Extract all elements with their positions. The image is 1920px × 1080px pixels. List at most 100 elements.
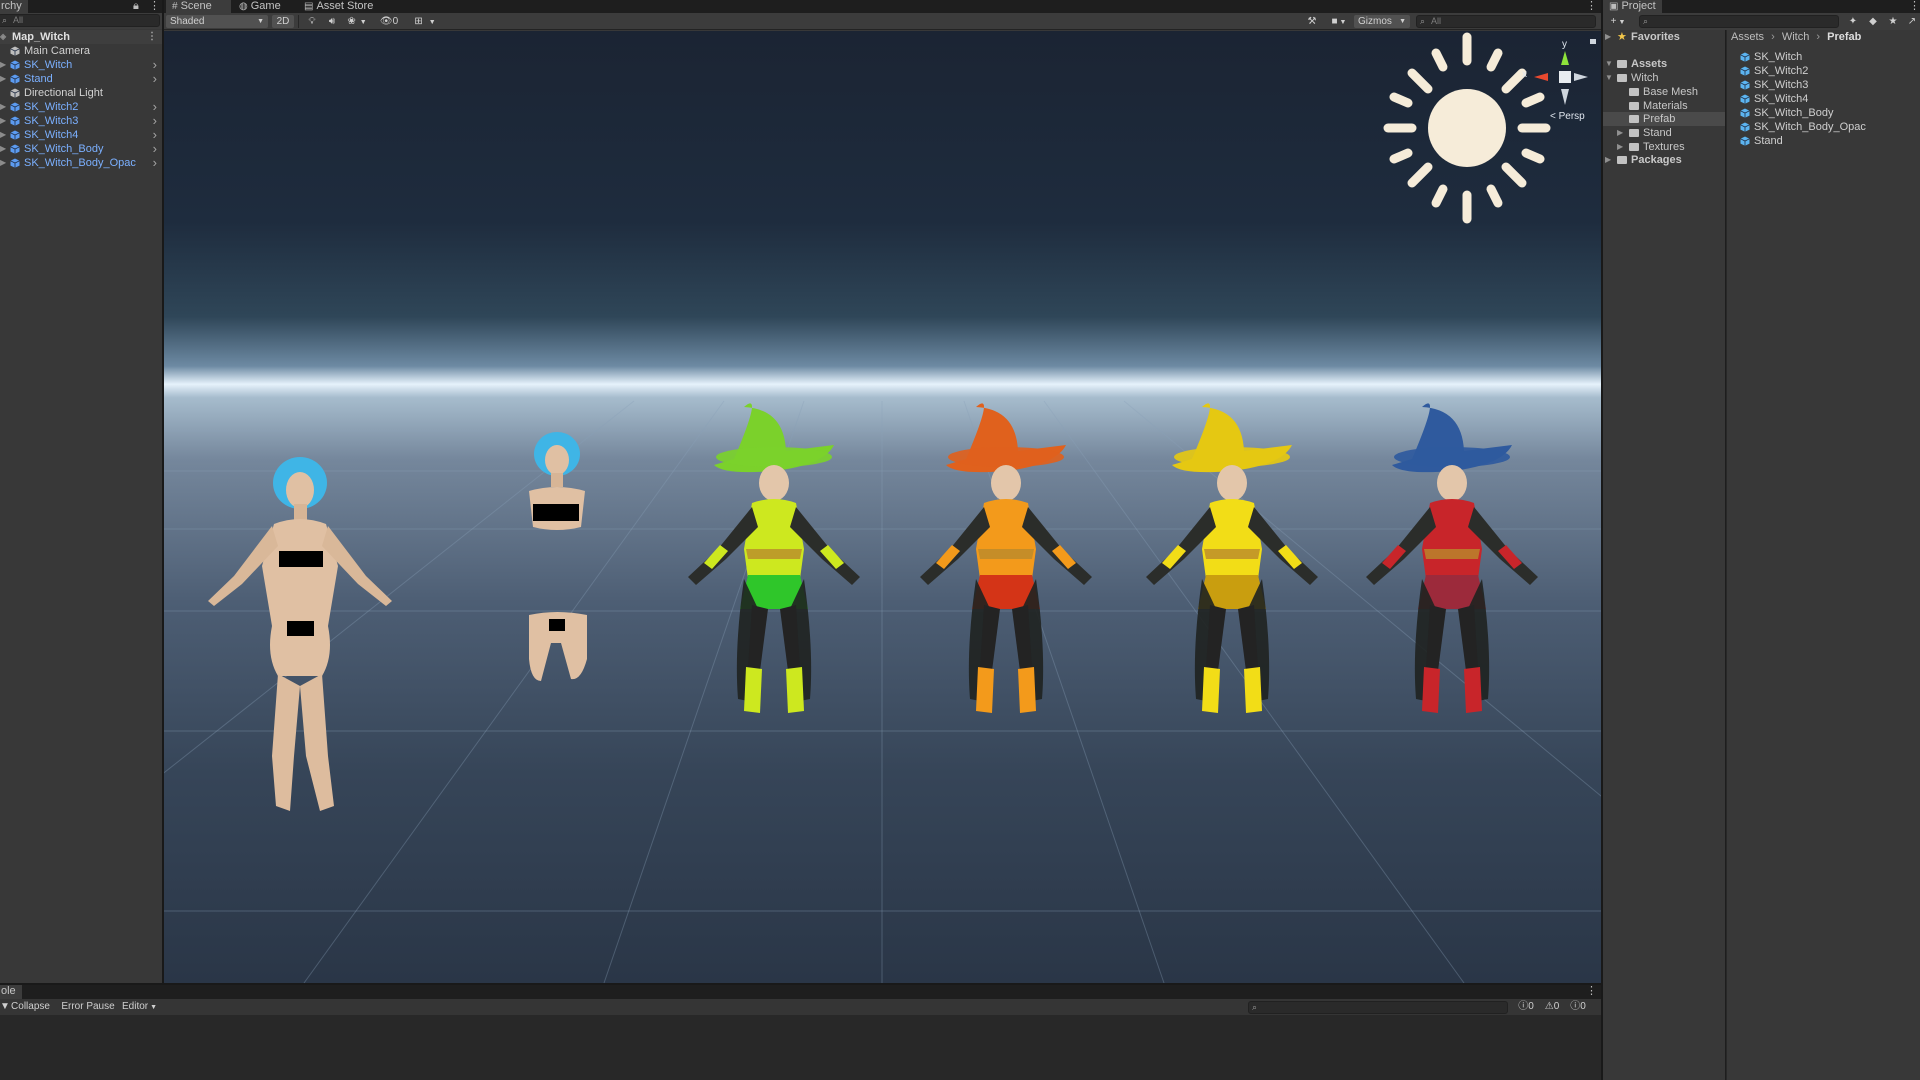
hierarchy-item[interactable]: Main Camera xyxy=(0,44,162,58)
hierarchy-item[interactable]: SK_Witch2 › ▶ xyxy=(0,100,162,114)
open-prefab-chevron-icon[interactable]: › xyxy=(153,58,157,72)
folder-row[interactable]: ▶ Stand xyxy=(1603,126,1725,140)
hidden-packages-icon[interactable]: ↗ xyxy=(1905,15,1919,28)
expand-arrow-icon[interactable]: ▶ xyxy=(1617,140,1623,154)
tools-icon[interactable]: ⚒ xyxy=(1304,15,1320,28)
open-prefab-chevron-icon[interactable]: › xyxy=(153,156,157,170)
log-count-toggle[interactable]: ⓘ0 xyxy=(1514,1000,1538,1013)
folder-open-icon xyxy=(1617,60,1627,68)
breadcrumb-assets[interactable]: Assets xyxy=(1731,31,1764,43)
breadcrumb-witch[interactable]: Witch xyxy=(1782,31,1810,43)
editor-dropdown[interactable]: Editor ▼ xyxy=(122,1000,164,1013)
hierarchy-menu-icon[interactable]: ⋮ xyxy=(149,0,160,12)
toggle-2d-button[interactable]: 2D xyxy=(272,15,294,28)
search-by-label-icon[interactable]: ◆ xyxy=(1866,15,1880,28)
assets-label: Assets xyxy=(1631,58,1668,70)
create-dropdown[interactable]: + ▼ xyxy=(1606,15,1630,28)
console-search-input[interactable]: ⌕ xyxy=(1248,1001,1508,1014)
asset-item-label: SK_Witch3 xyxy=(1754,79,1809,91)
figure-green-witch[interactable] xyxy=(674,399,874,789)
hierarchy-search-input[interactable]: ⌕ All xyxy=(0,14,160,27)
tab-game[interactable]: ◍ Game xyxy=(233,0,287,13)
effects-dropdown-icon[interactable]: ❀ ▼ xyxy=(344,15,370,28)
folder-row[interactable]: ▼ Witch xyxy=(1603,71,1725,85)
figure-nude-body[interactable] xyxy=(194,426,404,826)
hierarchy-item-label: Main Camera xyxy=(24,45,91,57)
collapse-button[interactable]: Collapse xyxy=(8,1000,53,1013)
warning-count-toggle[interactable]: ⚠︎0 xyxy=(1540,1000,1564,1013)
search-by-type-icon[interactable]: ✦ xyxy=(1846,15,1860,28)
persp-label[interactable]: < Persp xyxy=(1550,111,1585,122)
expand-arrow-icon[interactable]: ▶ xyxy=(0,72,6,86)
tab-scene[interactable]: # Scene xyxy=(166,0,231,13)
scene-menu-icon[interactable]: ⋮ xyxy=(1586,0,1597,12)
folder-icon xyxy=(1629,115,1639,123)
error-pause-button[interactable]: Error Pause xyxy=(58,1000,118,1013)
expand-arrow-icon[interactable]: ▶ xyxy=(0,58,6,72)
expand-arrow-icon[interactable]: ▶ xyxy=(0,156,6,170)
figure-orange-witch[interactable] xyxy=(906,399,1106,789)
expand-arrow-icon[interactable]: ▶ xyxy=(1617,126,1623,140)
open-prefab-chevron-icon[interactable]: › xyxy=(153,72,157,86)
favorite-star-icon[interactable]: ★ xyxy=(1886,15,1900,28)
open-prefab-chevron-icon[interactable]: › xyxy=(153,114,157,128)
figure-red-witch[interactable] xyxy=(1352,399,1552,789)
scene-toolbar: Shaded ▼ 2D 💡︎ 🔊︎ ❀ ▼ 👁︎0 ⊞ ▼ ⚒ ■ ▼ Gizmos … xyxy=(164,13,1601,30)
collapse-arrow-icon[interactable]: ▼ xyxy=(1605,71,1613,85)
log-icon: ⓘ xyxy=(1518,1001,1529,1012)
scene-search-input[interactable]: ⌕ All xyxy=(1416,15,1596,28)
folder-icon xyxy=(1629,129,1639,137)
open-prefab-chevron-icon[interactable]: › xyxy=(153,100,157,114)
scene-row[interactable]: ◈ Map_Witch ⋮ xyxy=(0,30,162,44)
tab-console[interactable]: ole xyxy=(0,985,22,999)
open-prefab-chevron-icon[interactable]: › xyxy=(153,128,157,142)
camera-dropdown-icon[interactable]: ■ ▼ xyxy=(1327,15,1351,28)
folder-row[interactable]: Prefab xyxy=(1603,112,1725,126)
hierarchy-item[interactable]: SK_Witch › ▶ xyxy=(0,58,162,72)
tab-hierarchy[interactable]: rchy xyxy=(0,0,28,13)
hierarchy-item[interactable]: Stand › ▶ xyxy=(0,72,162,86)
tab-asset-store[interactable]: ▤ Asset Store xyxy=(298,0,379,13)
audio-toggle-icon[interactable]: 🔊︎ xyxy=(324,15,340,28)
folder-row[interactable]: Base Mesh xyxy=(1603,85,1725,99)
scene-viewport[interactable]: y x < Persp xyxy=(164,31,1601,983)
prefab-cube-icon xyxy=(1740,122,1750,132)
folder-label: Textures xyxy=(1643,141,1685,153)
error-count-toggle[interactable]: ⓘ0 xyxy=(1566,1000,1590,1013)
scene-menu-icon[interactable]: ⋮ xyxy=(147,30,157,44)
gizmos-label: Gizmos xyxy=(1358,16,1392,27)
console-menu-icon[interactable]: ⋮ xyxy=(1586,985,1597,997)
project-menu-icon[interactable]: ⋮ xyxy=(1909,0,1920,12)
project-search-input[interactable]: ⌕ xyxy=(1639,15,1839,28)
grid-snap-dropdown[interactable]: ⊞ ▼ xyxy=(410,15,440,28)
clear-dropdown-icon[interactable]: ▼ xyxy=(0,1000,10,1013)
shading-mode-dropdown[interactable]: Shaded ▼ xyxy=(166,15,268,28)
scene-panel: # Scene ◍ Game ▤ Asset Store ⋮ Shaded ▼ 2D … xyxy=(164,0,1601,983)
hierarchy-item[interactable]: SK_Witch4 › ▶ xyxy=(0,128,162,142)
open-prefab-chevron-icon[interactable]: › xyxy=(153,142,157,156)
lighting-toggle-icon[interactable]: 💡︎ xyxy=(304,15,320,28)
folder-label: Prefab xyxy=(1643,113,1676,125)
expand-arrow-icon[interactable]: ▶ xyxy=(0,142,6,156)
folder-label: Witch xyxy=(1631,72,1659,84)
hierarchy-item[interactable]: SK_Witch_Body_Opac › ▶ xyxy=(0,156,162,170)
search-icon: ⌕ xyxy=(1252,1002,1258,1012)
lock-icon[interactable]: 🔒︎ xyxy=(133,0,139,12)
breadcrumb-prefab[interactable]: Prefab xyxy=(1827,31,1861,43)
hierarchy-item[interactable]: SK_Witch3 › ▶ xyxy=(0,114,162,128)
hidden-objects-toggle[interactable]: 👁︎0 xyxy=(374,15,404,28)
console-tabbar: ole ⋮ xyxy=(0,985,1601,999)
expand-arrow-icon[interactable]: ▶ xyxy=(0,128,6,142)
chevron-down-icon: ▼ xyxy=(257,18,264,25)
tab-project[interactable]: ▣ Project xyxy=(1603,0,1662,13)
gizmos-dropdown[interactable]: Gizmos ▼ xyxy=(1354,15,1410,28)
expand-arrow-icon[interactable]: ▶ xyxy=(0,100,6,114)
collapse-arrow-icon: ▼ xyxy=(1605,59,1613,68)
expand-arrow-icon[interactable]: ▶ xyxy=(0,114,6,128)
hierarchy-item[interactable]: Directional Light xyxy=(0,86,162,100)
hierarchy-item[interactable]: SK_Witch_Body › ▶ xyxy=(0,142,162,156)
figure-yellow-witch[interactable] xyxy=(1132,399,1332,789)
folder-row[interactable]: Materials xyxy=(1603,99,1725,113)
figure-body-parts[interactable] xyxy=(507,429,607,689)
folder-row[interactable]: ▶ Textures xyxy=(1603,140,1725,154)
